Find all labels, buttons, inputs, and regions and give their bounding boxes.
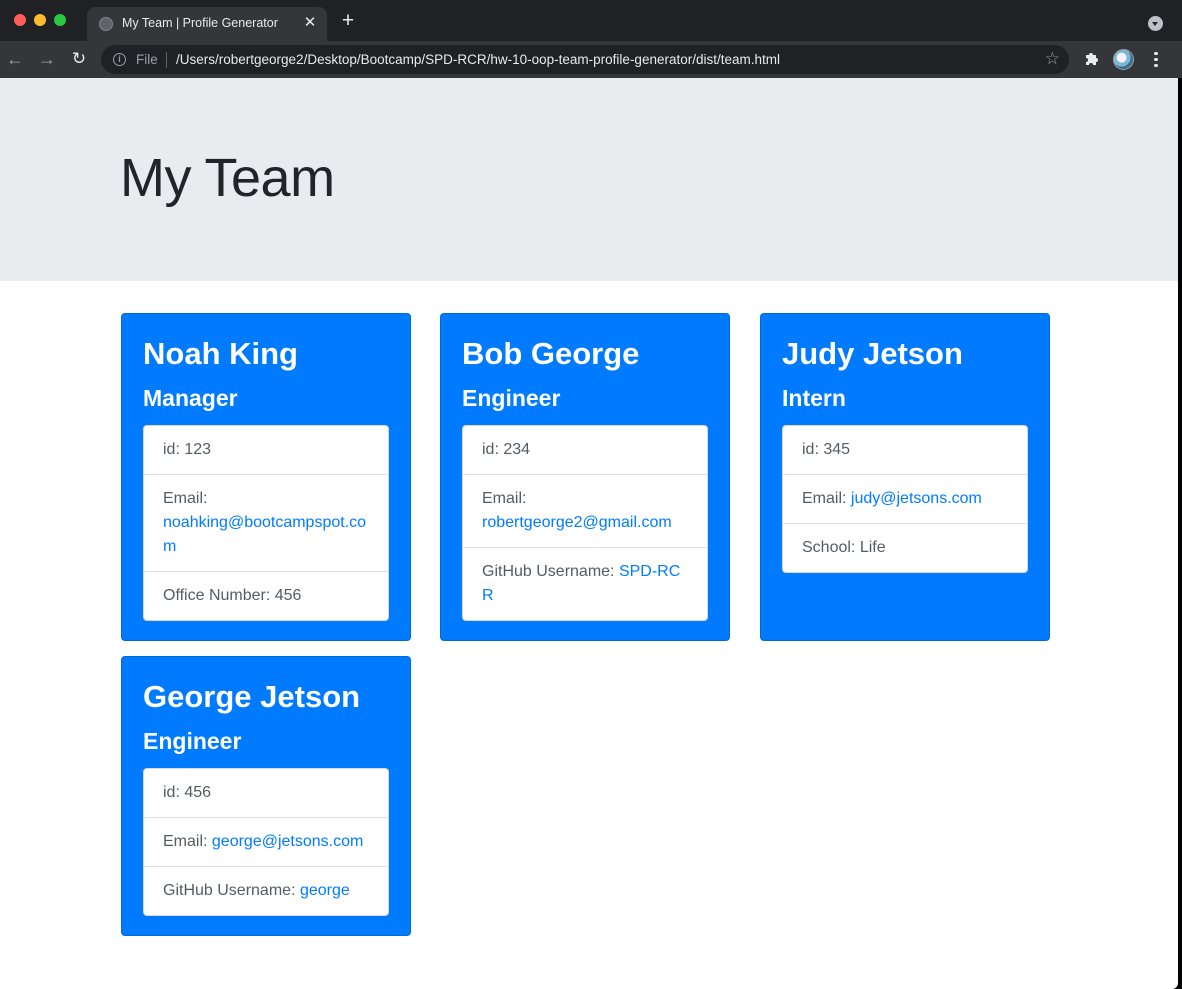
back-arrow-icon[interactable]: ← — [5, 49, 25, 69]
employee-github: GitHub Username: SPD-RCR — [463, 547, 707, 620]
employee-role: Engineer — [462, 385, 561, 411]
address-bar[interactable]: i File /Users/robertgeorge2/Desktop/Boot… — [101, 45, 1069, 74]
info-icon[interactable]: i — [113, 53, 126, 66]
url-text[interactable]: /Users/robertgeorge2/Desktop/Bootcamp/SP… — [176, 52, 780, 67]
employee-email: Email: george@jetsons.com — [144, 817, 388, 866]
employee-card: Judy Jetson Intern id: 345 Email: judy@j… — [760, 313, 1050, 641]
github-link[interactable]: george — [300, 882, 350, 899]
browser-toolbar: ← → ↻ i File /Users/robertgeorge2/Deskto… — [0, 41, 1182, 78]
header-jumbotron: My Team — [0, 78, 1178, 281]
employee-school: School: Life — [783, 523, 1027, 572]
page-title: My Team — [120, 148, 335, 208]
email-link[interactable]: judy@jetsons.com — [851, 490, 982, 507]
employee-info-list: id: 345 Email: judy@jetsons.com School: … — [782, 425, 1028, 573]
employee-name: Bob George — [462, 336, 640, 371]
employee-email: Email: judy@jetsons.com — [783, 474, 1027, 523]
new-tab-button[interactable]: + — [338, 10, 358, 31]
reload-icon[interactable]: ↻ — [69, 49, 89, 69]
employee-info-list: id: 456 Email: george@jetsons.com GitHub… — [143, 768, 389, 916]
employee-email: Email: robertgeorge2@gmail.com — [463, 474, 707, 547]
employee-email: Email: noahking@bootcampspot.com — [144, 474, 388, 571]
employee-id: id: 456 — [163, 784, 212, 801]
employee-github: GitHub Username: george — [144, 866, 388, 915]
globe-icon — [99, 17, 113, 31]
employee-role: Engineer — [143, 728, 242, 754]
minimize-window-button[interactable] — [34, 14, 46, 26]
email-link[interactable]: george@jetsons.com — [212, 833, 363, 850]
employee-name: Noah King — [143, 336, 298, 371]
extensions-puzzle-icon[interactable] — [1083, 50, 1101, 68]
employee-info-list: id: 123 Email: noahking@bootcampspot.com … — [143, 425, 389, 621]
employee-name: Judy Jetson — [782, 336, 963, 371]
employee-card: Bob George Engineer id: 234 Email: robert… — [440, 313, 730, 641]
employee-role: Manager — [143, 385, 238, 411]
email-link[interactable]: robertgeorge2@gmail.com — [482, 514, 672, 531]
browser-tab[interactable]: My Team | Profile Generator ✕ — [87, 7, 327, 41]
employee-card: George Jetson Engineer id: 456 Email: ge… — [121, 656, 411, 936]
employee-id: id: 234 — [482, 441, 531, 458]
employee-name: George Jetson — [143, 679, 361, 714]
tab-title: My Team | Profile Generator — [122, 16, 278, 30]
email-link[interactable]: noahking@bootcampspot.com — [163, 514, 366, 555]
profile-avatar[interactable] — [1113, 49, 1134, 70]
browser-titlebar: My Team | Profile Generator ✕ + — [0, 0, 1182, 41]
employee-card: Noah King Manager id: 123 Email: noahking… — [121, 313, 411, 641]
employee-info-list: id: 234 Email: robertgeorge2@gmail.com Gi… — [462, 425, 708, 621]
scheme-label: File — [136, 52, 158, 67]
employee-role: Intern — [782, 385, 846, 411]
tab-search-icon[interactable] — [1148, 16, 1163, 31]
forward-arrow-icon[interactable]: → — [37, 49, 57, 69]
more-menu-icon[interactable] — [1151, 50, 1161, 68]
bookmark-star-icon[interactable]: ☆ — [1045, 50, 1060, 68]
employee-office-number: Office Number: 456 — [144, 571, 388, 620]
page-viewport: My Team Noah King Manager id: 123 Email:… — [0, 78, 1178, 989]
employee-id: id: 345 — [802, 441, 851, 458]
close-window-button[interactable] — [14, 14, 26, 26]
address-separator — [166, 52, 167, 68]
employee-id: id: 123 — [163, 441, 212, 458]
maximize-window-button[interactable] — [54, 14, 66, 26]
close-tab-icon[interactable]: ✕ — [301, 14, 319, 32]
